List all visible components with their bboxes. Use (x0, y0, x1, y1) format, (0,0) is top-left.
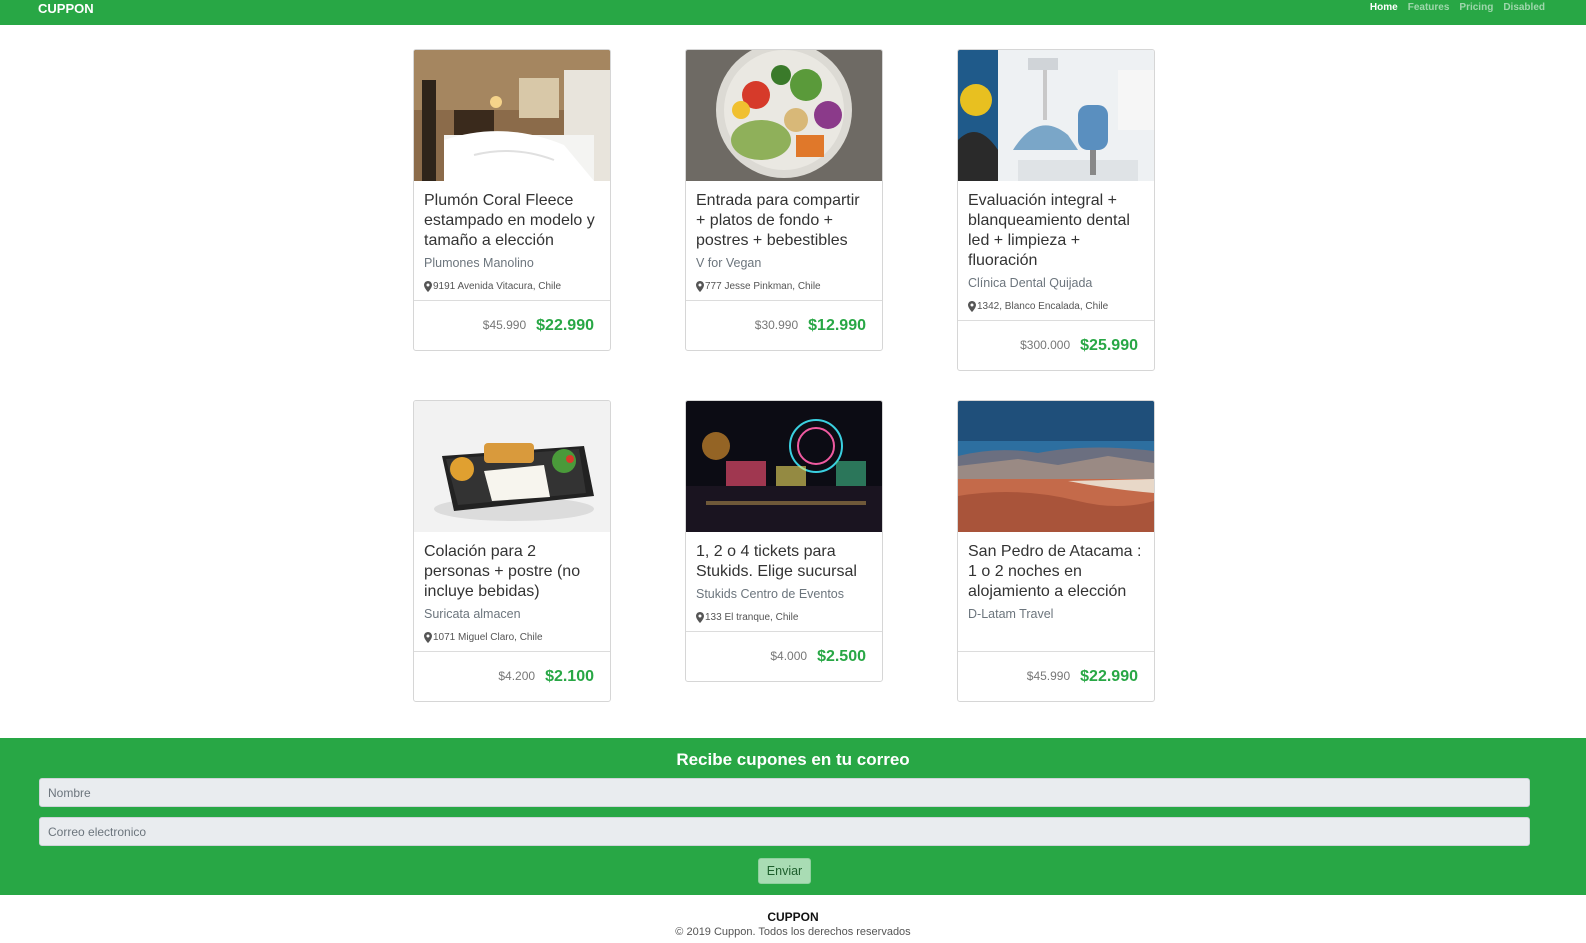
nav-pricing-link[interactable]: Pricing (1459, 2, 1493, 13)
coupon-old-price: $45.990 (482, 317, 527, 332)
nav-links: Home Features Pricing Disabled (1370, 2, 1545, 13)
coupon-price-row: $4.000 $2.500 (686, 631, 882, 681)
brand-logo[interactable]: CUPPON (38, 1, 94, 16)
coupon-old-price: $4.000 (770, 648, 808, 663)
map-marker-icon (968, 301, 976, 312)
bedroom-photo (414, 50, 610, 181)
coupon-old-price: $4.200 (498, 668, 536, 683)
coupon-address: 1071 Miguel Claro, Chile (424, 632, 600, 643)
coupon-merchant: Stukids Centro de Eventos (696, 587, 844, 601)
coupon-price: $22.990 (536, 316, 594, 334)
nav-home-link[interactable]: Home (1370, 2, 1398, 13)
email-input[interactable] (39, 817, 1530, 846)
coupon-card[interactable]: Colación para 2 personas + postre (no in… (413, 400, 611, 702)
coupon-title[interactable]: Plumón Coral Fleece estampado en modelo … (424, 191, 600, 251)
coupon-card[interactable]: 1, 2 o 4 tickets para Stukids. Elige suc… (685, 400, 883, 682)
coupon-price-row: $30.990 $12.990 (686, 300, 882, 350)
coupon-address: 777 Jesse Pinkman, Chile (696, 281, 872, 292)
coupon-address-text: 777 Jesse Pinkman, Chile (705, 281, 821, 292)
coupon-merchant: Clínica Dental Quijada (968, 276, 1093, 290)
coupon-title[interactable]: Entrada para compartir + platos de fondo… (696, 191, 872, 251)
coupon-price-row: $4.200 $2.100 (414, 651, 610, 701)
coupon-price-row: $45.990 $22.990 (414, 300, 610, 350)
coupon-address: 9191 Avenida Vitacura, Chile (424, 281, 600, 292)
fairground-night-photo (686, 401, 882, 532)
coupon-address-text: 1071 Miguel Claro, Chile (433, 632, 543, 643)
vegan-bowl-photo (686, 50, 882, 181)
coupon-title[interactable]: San Pedro de Atacama : 1 o 2 noches en a… (968, 542, 1144, 602)
map-marker-icon (696, 281, 704, 292)
map-marker-icon (424, 281, 432, 292)
bento-box-photo (414, 401, 610, 532)
coupon-price: $2.500 (817, 647, 866, 665)
footer-brand: CUPPON (767, 910, 819, 924)
coupon-price-row: $300.000 $25.990 (958, 320, 1154, 370)
coupon-card[interactable]: Entrada para compartir + platos de fondo… (685, 49, 883, 351)
nav-disabled-link: Disabled (1503, 2, 1545, 13)
coupon-address-text: 133 El tranque, Chile (705, 612, 799, 623)
newsletter-title: Recibe cupones en tu correo (676, 750, 910, 769)
coupon-price: $12.990 (808, 316, 866, 334)
coupon-merchant: D-Latam Travel (968, 607, 1054, 621)
dental-clinic-photo (958, 50, 1154, 181)
coupon-title[interactable]: Colación para 2 personas + postre (no in… (424, 542, 600, 602)
coupon-price: $22.990 (1080, 667, 1138, 685)
coupon-address-text: 9191 Avenida Vitacura, Chile (433, 281, 562, 292)
atacama-desert-photo (958, 401, 1154, 532)
coupon-card[interactable]: San Pedro de Atacama : 1 o 2 noches en a… (957, 400, 1155, 702)
coupon-title[interactable]: Evaluación integral + blanqueamiento den… (968, 191, 1144, 271)
coupon-old-price: $300.000 (1020, 337, 1071, 352)
footer-copyright: © 2019 Cuppon. Todos los derechos reserv… (675, 926, 911, 938)
coupon-card[interactable]: Plumón Coral Fleece estampado en modelo … (413, 49, 611, 351)
map-marker-icon (696, 612, 704, 623)
coupon-address: 1342, Blanco Encalada, Chile (968, 301, 1144, 312)
newsletter-section: Recibe cupones en tu correo Enviar (0, 738, 1586, 895)
coupon-price: $2.100 (545, 667, 594, 685)
name-input[interactable] (39, 778, 1530, 807)
coupon-title[interactable]: 1, 2 o 4 tickets para Stukids. Elige suc… (696, 542, 872, 582)
coupon-price: $25.990 (1080, 336, 1138, 354)
nav-features-link[interactable]: Features (1408, 2, 1450, 13)
coupon-merchant: V for Vegan (696, 256, 762, 270)
coupon-address: 133 El tranque, Chile (696, 612, 872, 623)
top-navbar: CUPPON Home Features Pricing Disabled (0, 0, 1586, 25)
map-marker-icon (424, 632, 432, 643)
coupon-old-price: $30.990 (754, 317, 799, 332)
coupon-card[interactable]: Evaluación integral + blanqueamiento den… (957, 49, 1155, 371)
coupon-old-price: $45.990 (1026, 668, 1071, 683)
coupon-price-row: $45.990 $22.990 (958, 651, 1154, 701)
coupon-merchant: Suricata almacen (424, 607, 521, 621)
coupon-merchant: Plumones Manolino (424, 256, 534, 270)
page-footer: CUPPON © 2019 Cuppon. Todos los derechos… (0, 895, 1586, 943)
coupon-address-text: 1342, Blanco Encalada, Chile (977, 301, 1109, 312)
send-button[interactable]: Enviar (758, 858, 811, 884)
